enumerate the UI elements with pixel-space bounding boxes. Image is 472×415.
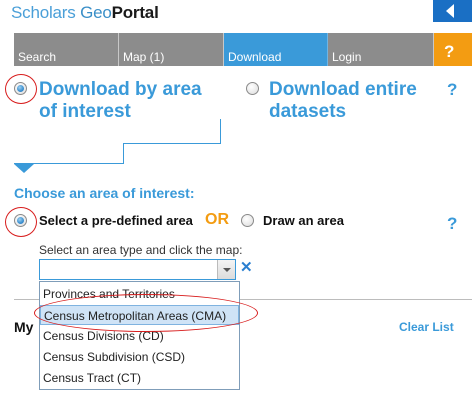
area-type-select[interactable] [39, 259, 236, 280]
area-help-icon[interactable]: ? [447, 214, 457, 234]
download-help-icon[interactable]: ? [447, 80, 457, 100]
predefined-area-radio[interactable] [14, 214, 27, 227]
selection-bracket [123, 119, 221, 162]
tab-help[interactable]: ? [434, 33, 472, 66]
or-separator: OR [205, 211, 229, 228]
collapse-panel-button[interactable] [433, 0, 472, 22]
dropdown-option[interactable]: Census Subdivision (CSD) [40, 347, 239, 367]
dropdown-option[interactable]: Census Tract (CT) [40, 368, 239, 388]
predefined-area-label[interactable]: Select a pre-defined area [39, 213, 193, 228]
download-entire-radio[interactable] [246, 82, 259, 95]
tab-search[interactable]: Search [14, 33, 119, 66]
bracket-arrow-icon [14, 164, 34, 173]
download-area-option-label[interactable]: Download by area of interest [39, 79, 202, 123]
annotation-ellipse [34, 294, 258, 332]
clear-selection-icon[interactable]: ✕ [240, 258, 253, 276]
area-type-instruction: Select an area type and click the map: [39, 243, 243, 257]
tab-map[interactable]: Map (1) [119, 33, 224, 66]
draw-area-label[interactable]: Draw an area [263, 213, 344, 228]
bracket-stem [123, 143, 124, 163]
main-nav: Search Map (1) Download Login ? [14, 33, 472, 66]
chevron-left-icon [446, 4, 454, 18]
tab-login[interactable]: Login [328, 33, 434, 66]
draw-area-radio[interactable] [241, 214, 254, 227]
tab-download[interactable]: Download [224, 33, 328, 66]
scholars-geoportal-logo[interactable]: Scholars GeoPortal [11, 3, 159, 23]
download-entire-option-label[interactable]: Download entire datasets [269, 79, 417, 123]
my-list-heading: My [14, 319, 34, 335]
chevron-down-icon[interactable] [217, 260, 235, 279]
download-area-radio[interactable] [14, 82, 27, 95]
clear-list-link[interactable]: Clear List [399, 320, 454, 334]
choose-area-heading: Choose an area of interest: [14, 185, 195, 201]
app-header: Scholars GeoPortal [0, 0, 472, 33]
